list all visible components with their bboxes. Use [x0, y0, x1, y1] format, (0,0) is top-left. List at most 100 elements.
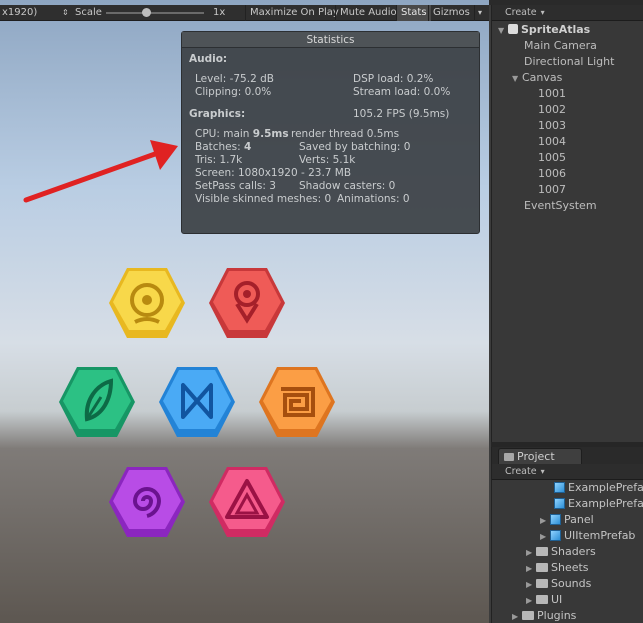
cpu-main-value: 9.5ms [252, 128, 289, 140]
clipping: Clipping: 0.0% [195, 86, 272, 98]
folder-icon [536, 563, 548, 572]
statistics-title: Statistics [182, 32, 479, 48]
project-toolbar: Create ▾ [492, 464, 643, 480]
item-label: Plugins [537, 609, 577, 622]
scale-slider-track[interactable] [106, 12, 204, 14]
hierarchy-item-1007[interactable]: 1007 [538, 182, 566, 198]
project-folder-shaders[interactable]: ▶ Shaders [526, 544, 596, 560]
expand-triangle-icon[interactable]: ▶ [526, 577, 536, 593]
project-item-uiitemprefab[interactable]: ▶ UIItemPrefab [540, 528, 635, 544]
unity-editor: x1920) ⇕ Scale 1x Maximize On Play Mute … [0, 0, 643, 623]
hierarchy-item-1001[interactable]: 1001 [538, 86, 566, 102]
batches: Batches: 4 [195, 141, 251, 153]
project-folder-ui[interactable]: ▶ UI [526, 592, 562, 608]
graphics-heading: Graphics: [189, 108, 246, 120]
hierarchy-item-directional-light[interactable]: Directional Light [524, 54, 614, 70]
red-pin-icon[interactable] [207, 264, 287, 342]
expand-triangle-icon[interactable]: ▶ [526, 545, 536, 561]
pink-triangle-icon[interactable] [207, 463, 287, 541]
canvas-label: Canvas [522, 71, 563, 84]
item-label: UIItemPrefab [564, 529, 636, 542]
hierarchy-item-1004[interactable]: 1004 [538, 134, 566, 150]
scale-label: Scale [75, 7, 102, 18]
expand-triangle-icon[interactable]: ▶ [526, 593, 536, 609]
expand-triangle-icon[interactable]: ▼ [498, 23, 508, 39]
stream-load: Stream load: 0.0% [353, 86, 451, 98]
green-leaf-icon[interactable] [57, 363, 137, 441]
hierarchy-create-button[interactable]: Create [505, 7, 537, 18]
mute-audio-button[interactable]: Mute Audio [335, 5, 401, 21]
orange-spiral-square-icon[interactable] [257, 363, 337, 441]
blue-bowtie-icon[interactable] [157, 363, 237, 441]
hierarchy-item-1003[interactable]: 1003 [538, 118, 566, 134]
project-item-exampleprefab[interactable]: ExamplePrefab [554, 480, 643, 496]
stats-button[interactable]: Stats [396, 5, 431, 21]
expand-triangle-icon[interactable]: ▶ [526, 561, 536, 577]
expand-triangle-icon[interactable]: ▼ [512, 71, 522, 87]
hierarchy-item-main-camera[interactable]: Main Camera [524, 38, 597, 54]
resolution-dropdown[interactable]: x1920) [2, 5, 37, 21]
prefab-cube-icon [550, 514, 561, 525]
hierarchy-item-canvas[interactable]: ▼ Canvas [512, 70, 562, 86]
item-label: Panel [564, 513, 594, 526]
shadow-casters: Shadow casters: 0 [299, 180, 396, 192]
resolution-dropdown-arrows-icon[interactable]: ⇕ [62, 5, 69, 21]
scene-row[interactable]: ▼ SpriteAtlas [498, 22, 590, 38]
hierarchy-panel: Create ▾ ▼ SpriteAtlas Main Camera Directi… [491, 5, 643, 442]
prefab-cube-icon [550, 530, 561, 541]
game-view: x1920) ⇕ Scale 1x Maximize On Play Mute … [0, 0, 489, 623]
item-label: Sheets [551, 561, 589, 574]
hierarchy-item-1006[interactable]: 1006 [538, 166, 566, 182]
expand-triangle-icon[interactable]: ▶ [540, 529, 550, 545]
audio-heading: Audio: [189, 53, 228, 65]
project-panel: Project Create ▾ ExamplePrefab ExamplePre… [491, 447, 643, 623]
prefab-cube-icon [554, 482, 565, 493]
expand-triangle-icon[interactable]: ▶ [540, 513, 550, 529]
create-dropdown-icon[interactable]: ▾ [541, 467, 545, 476]
folder-icon [536, 595, 548, 604]
project-item-exampleprefab-2[interactable]: ExamplePrefab [554, 496, 643, 512]
project-folder-sheets[interactable]: ▶ Sheets [526, 560, 589, 576]
folder-icon [504, 453, 514, 461]
prefab-cube-icon [554, 498, 565, 509]
folder-icon [536, 579, 548, 588]
gizmos-button[interactable]: Gizmos [428, 5, 474, 21]
project-folder-plugins[interactable]: ▶ Plugins [512, 608, 576, 623]
scale-slider-knob[interactable] [142, 8, 151, 17]
animations: Animations: 0 [337, 193, 410, 205]
project-tabbar: Project [492, 447, 643, 464]
tab-project[interactable]: Project [498, 448, 582, 464]
hierarchy-item-1005[interactable]: 1005 [538, 150, 566, 166]
audio-level: Level: -75.2 dB [195, 73, 274, 85]
item-label: ExamplePrefab [568, 481, 643, 494]
saved-by-batching: Saved by batching: 0 [299, 141, 411, 153]
item-label: Sounds [551, 577, 592, 590]
project-create-button[interactable]: Create [505, 466, 537, 477]
gizmos-dropdown-icon[interactable]: ▾ [474, 5, 482, 21]
dsp-load: DSP load: 0.2% [353, 73, 434, 85]
render-thread: render thread 0.5ms [291, 128, 400, 140]
item-label: UI [551, 593, 563, 606]
maximize-on-play-button[interactable]: Maximize On Play [245, 5, 343, 21]
batches-prefix: Batches: [195, 141, 244, 153]
folder-icon [522, 611, 534, 620]
hierarchy-item-eventsystem[interactable]: EventSystem [524, 198, 597, 214]
statistics-panel: Statistics Audio: Level: -75.2 dB DSP lo… [181, 31, 480, 234]
create-dropdown-icon[interactable]: ▾ [541, 8, 545, 17]
cpu-main: CPU: main 9.5ms [195, 128, 289, 140]
batches-value: 4 [244, 141, 252, 153]
visible-skinned-meshes: Visible skinned meshes: 0 [195, 193, 332, 205]
yellow-circle-icon[interactable] [107, 264, 187, 342]
expand-triangle-icon[interactable]: ▶ [512, 609, 522, 623]
purple-swirl-icon[interactable] [107, 463, 187, 541]
verts: Verts: 5.1k [299, 154, 356, 166]
unity-scene-icon [508, 24, 518, 34]
tris: Tris: 1.7k [195, 154, 243, 166]
item-label: Shaders [551, 545, 596, 558]
scene-name: SpriteAtlas [521, 23, 591, 36]
scale-value: 1x [213, 7, 226, 18]
project-folder-sounds[interactable]: ▶ Sounds [526, 576, 591, 592]
hierarchy-item-1002[interactable]: 1002 [538, 102, 566, 118]
project-item-panel[interactable]: ▶ Panel [540, 512, 594, 528]
cpu-prefix: CPU: main [195, 128, 253, 140]
